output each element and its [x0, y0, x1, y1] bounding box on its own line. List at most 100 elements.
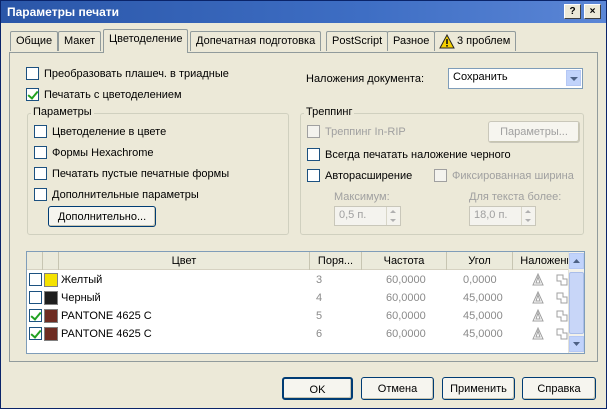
tab-prepress[interactable]: Допечатная подготовка: [190, 31, 322, 51]
fixed-width-option[interactable]: Фиксированная ширина: [434, 169, 574, 182]
overprint-fill-icon[interactable]: [531, 291, 545, 305]
header-frequency[interactable]: Частота: [362, 252, 447, 270]
overprint-stroke-icon[interactable]: [555, 273, 569, 287]
hexachrome-checkbox[interactable]: [34, 146, 47, 159]
ok-button[interactable]: OK: [282, 377, 353, 400]
fixed-width-checkbox[interactable]: [434, 169, 447, 182]
row-print-checkbox[interactable]: [29, 309, 42, 322]
color-swatch: [44, 273, 58, 287]
row-angle: 45,0000: [463, 328, 503, 340]
document-overprint-select[interactable]: Сохранить: [448, 68, 583, 89]
header-order[interactable]: Поря...: [310, 252, 362, 270]
in-rip-trapping-checkbox[interactable]: [307, 125, 320, 138]
table-row[interactable]: PANTONE 4625 C 5 60,0000 45,0000: [27, 307, 570, 325]
row-frequency: 60,0000: [386, 328, 426, 340]
overprint-fill-icon[interactable]: [531, 273, 545, 287]
table-row[interactable]: PANTONE 4625 C 6 60,0000 45,0000: [27, 325, 570, 343]
spinner-arrows-icon[interactable]: [521, 207, 535, 225]
apply-button[interactable]: Применить: [442, 377, 515, 400]
row-frequency: 60,0000: [386, 274, 426, 286]
text-above-spinner[interactable]: 18,0 п.: [469, 206, 536, 226]
row-color-name: PANTONE 4625 C: [61, 310, 152, 322]
overprint-stroke-icon[interactable]: [555, 291, 569, 305]
print-empty-plates-option[interactable]: Печатать пустые печатные формы: [34, 167, 229, 180]
tab-issues-label: 3 проблем: [457, 35, 511, 47]
always-overprint-black-option[interactable]: Всегда печатать наложение черного: [307, 148, 511, 161]
row-print-checkbox[interactable]: [29, 327, 42, 340]
tab-misc[interactable]: Разное: [387, 31, 436, 51]
trapping-group-title: Треппинг: [304, 106, 355, 118]
help-button[interactable]: Справка: [522, 377, 596, 400]
advanced-button[interactable]: Дополнительно...: [48, 206, 156, 227]
print-separations-option[interactable]: Печатать с цветоделением: [26, 88, 182, 101]
auto-spread-label: Автораcширение: [325, 170, 413, 182]
tab-separations[interactable]: Цветоделение: [103, 29, 189, 53]
row-angle: 0,0000: [463, 274, 497, 286]
print-empty-plates-checkbox[interactable]: [34, 167, 47, 180]
text-above-label: Для текста более:: [469, 191, 562, 203]
in-rip-trapping-option[interactable]: Треппинг In-RIP: [307, 125, 406, 138]
convert-spot-checkbox[interactable]: [26, 67, 39, 80]
print-options-dialog: Параметры печати ? × Общие Макет Цветоде…: [0, 0, 607, 409]
always-overprint-black-label: Всегда печатать наложение черного: [325, 149, 511, 161]
title-bar[interactable]: Параметры печати: [1, 1, 606, 23]
overprint-fill-icon[interactable]: [531, 327, 545, 341]
trapping-params-button[interactable]: Параметры...: [488, 121, 580, 143]
table-scrollbar[interactable]: [568, 252, 584, 353]
row-print-checkbox[interactable]: [29, 273, 42, 286]
max-spinner[interactable]: 0,5 п.: [334, 206, 401, 226]
print-empty-plates-label: Печатать пустые печатные формы: [52, 168, 230, 180]
close-title-button[interactable]: ×: [584, 4, 601, 19]
always-overprint-black-checkbox[interactable]: [307, 148, 320, 161]
overprint-stroke-icon[interactable]: [555, 309, 569, 323]
color-swatch: [44, 309, 58, 323]
row-order: 5: [316, 310, 323, 322]
separations-in-color-option[interactable]: Цветоделение в цвете: [34, 125, 166, 138]
scroll-thumb[interactable]: [569, 272, 584, 334]
header-check-col: [27, 252, 43, 270]
text-above-value: 18,0 п.: [474, 209, 508, 221]
scroll-up-icon[interactable]: [569, 253, 584, 269]
auto-spread-option[interactable]: Автораcширение: [307, 169, 412, 182]
tab-layout[interactable]: Макет: [58, 31, 102, 51]
advanced-params-label: Дополнительные параметры: [52, 189, 199, 201]
tab-general[interactable]: Общие: [10, 31, 59, 51]
document-overprint-label: Наложения документа:: [306, 73, 424, 85]
header-angle[interactable]: Угол: [447, 252, 513, 270]
header-color[interactable]: Цвет: [59, 252, 310, 270]
table-row[interactable]: Черный 4 60,0000 45,0000: [27, 289, 570, 307]
row-angle: 45,0000: [463, 292, 503, 304]
row-frequency: 60,0000: [386, 310, 426, 322]
tab-issues[interactable]: 3 проблем: [434, 31, 517, 51]
auto-spread-checkbox[interactable]: [307, 169, 320, 182]
separations-in-color-checkbox[interactable]: [34, 125, 47, 138]
spinner-arrows-icon[interactable]: [386, 207, 400, 225]
overprint-stroke-icon[interactable]: [555, 327, 569, 341]
color-swatch: [44, 327, 58, 341]
tab-postscript[interactable]: PostScript: [326, 31, 389, 51]
convert-spot-option[interactable]: Преобразовать плашеч. в триадные: [26, 67, 229, 80]
scroll-down-icon[interactable]: [569, 336, 584, 352]
max-value: 0,5 п.: [339, 209, 367, 221]
advanced-params-checkbox[interactable]: [34, 188, 47, 201]
row-frequency: 60,0000: [386, 292, 426, 304]
row-angle: 45,0000: [463, 310, 503, 322]
row-color-name: Желтый: [61, 274, 103, 286]
hexachrome-label: Формы Hexachrome: [52, 147, 154, 159]
advanced-params-option[interactable]: Дополнительные параметры: [34, 188, 199, 201]
window-title: Параметры печати: [7, 5, 120, 19]
in-rip-trapping-label: Треппинг In-RIP: [325, 126, 406, 138]
cancel-button[interactable]: Отмена: [361, 377, 434, 400]
row-order: 4: [316, 292, 323, 304]
row-order: 6: [316, 328, 323, 340]
print-separations-checkbox[interactable]: [26, 88, 39, 101]
row-print-checkbox[interactable]: [29, 291, 42, 304]
chevron-down-icon[interactable]: [566, 70, 581, 86]
table-row[interactable]: Желтый 3 60,0000 0,0000: [27, 271, 570, 289]
hexachrome-option[interactable]: Формы Hexachrome: [34, 146, 153, 159]
separations-table: Цвет Поря... Частота Угол Наложение Желт…: [26, 251, 585, 354]
overprint-fill-icon[interactable]: [531, 309, 545, 323]
help-title-button[interactable]: ?: [564, 4, 581, 19]
row-color-name: Черный: [61, 292, 101, 304]
color-swatch: [44, 291, 58, 305]
